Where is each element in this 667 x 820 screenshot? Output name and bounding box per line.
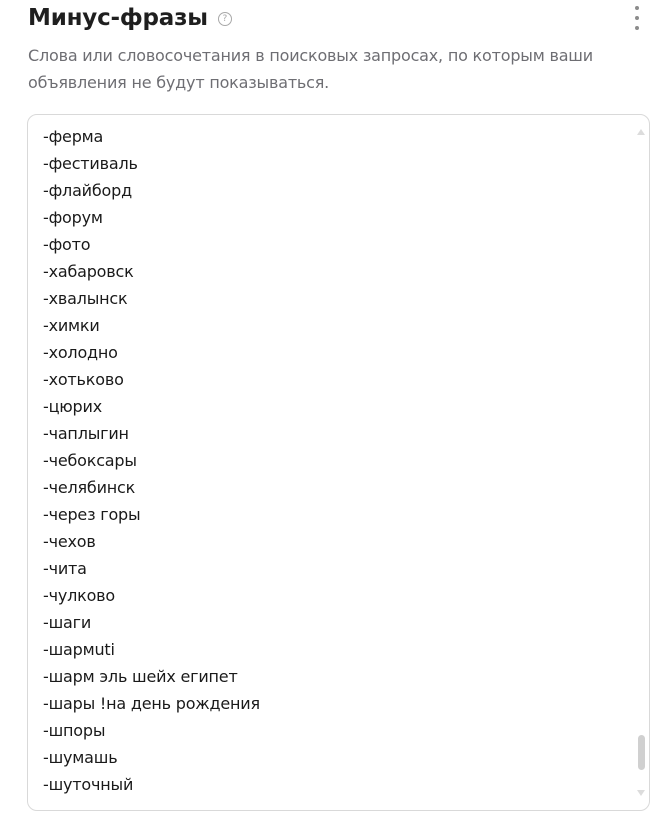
phrase-line[interactable]: -фото xyxy=(43,231,629,258)
phrase-line[interactable]: -цюрих xyxy=(43,393,629,420)
phrase-line[interactable]: -шары !на день рождения xyxy=(43,690,629,717)
scroll-up-arrow-icon[interactable] xyxy=(637,129,645,135)
menu-dot xyxy=(635,26,639,30)
phrase-line[interactable]: -чебоксары xyxy=(43,447,629,474)
menu-dot xyxy=(635,6,639,10)
panel-header: Минус-фразы ? xyxy=(28,0,647,36)
scroll-down-arrow-icon[interactable] xyxy=(637,790,645,796)
phrase-line[interactable]: -шаги xyxy=(43,609,629,636)
phrase-line[interactable]: -чулково xyxy=(43,582,629,609)
phrase-line[interactable]: -шуточный xyxy=(43,771,629,798)
question-circle-icon[interactable]: ? xyxy=(217,11,232,26)
phrase-line[interactable]: -шумашь xyxy=(43,744,629,771)
phrase-line[interactable]: -чаплыгин xyxy=(43,420,629,447)
minus-phrases-textarea[interactable]: -ферма -фестиваль -флайборд -форум -фото -хаб… xyxy=(27,114,650,811)
phrase-line[interactable]: -шармuti xyxy=(43,636,629,663)
phrase-line[interactable]: -ферма xyxy=(43,123,629,150)
phrase-line[interactable]: -хотьково xyxy=(43,366,629,393)
phrase-line[interactable]: -химки xyxy=(43,312,629,339)
phrase-line[interactable]: -челябинск xyxy=(43,474,629,501)
menu-dot xyxy=(635,16,639,20)
phrase-line[interactable]: -холодно xyxy=(43,339,629,366)
phrase-line[interactable]: -фестиваль xyxy=(43,150,629,177)
phrase-list[interactable]: -ферма -фестиваль -флайборд -форум -фото -хаб… xyxy=(43,123,629,798)
phrase-line[interactable]: -хабаровск xyxy=(43,258,629,285)
section-description: Слова или словосочетания в поисковых зап… xyxy=(28,46,593,92)
phrase-line[interactable]: -шпоры xyxy=(43,717,629,744)
kebab-menu-icon[interactable] xyxy=(634,6,640,30)
phrase-line[interactable]: -через горы xyxy=(43,501,629,528)
phrase-line[interactable]: -шарм эль шейх египет xyxy=(43,663,629,690)
phrase-line[interactable]: -флайборд xyxy=(43,177,629,204)
scrollbar[interactable] xyxy=(633,115,649,810)
phrase-line[interactable]: -форум xyxy=(43,204,629,231)
minus-phrases-panel: Минус-фразы ? Слова или словосочетания в… xyxy=(0,0,667,820)
phrase-line[interactable]: -чехов xyxy=(43,528,629,555)
phrase-line[interactable]: -хвалынск xyxy=(43,285,629,312)
scroll-thumb[interactable] xyxy=(638,735,645,770)
phrase-line[interactable]: -чита xyxy=(43,555,629,582)
page-title: Минус-фразы xyxy=(28,5,208,31)
